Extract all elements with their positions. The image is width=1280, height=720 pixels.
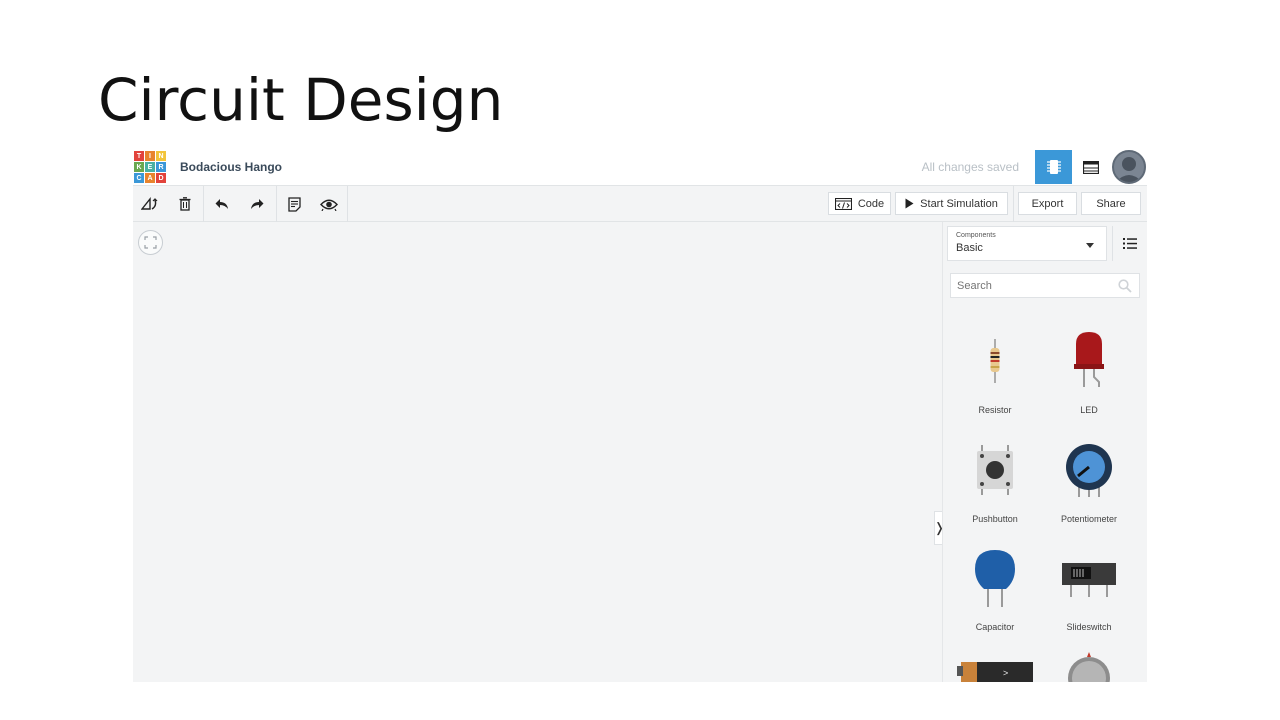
redo-button[interactable] — [243, 191, 271, 217]
undo-button[interactable] — [208, 191, 236, 217]
view-icon — [320, 199, 338, 211]
notes-button[interactable] — [280, 191, 308, 217]
fit-view-button[interactable] — [138, 230, 163, 255]
top-bar: T I N K E R C A D Bodacious Hango All ch… — [133, 148, 1147, 186]
component-buzzer[interactable] — [1042, 648, 1136, 682]
component-label: Pushbutton — [972, 514, 1018, 524]
redo-icon — [251, 199, 264, 209]
rotate-button[interactable] — [136, 191, 164, 217]
led-icon — [1074, 332, 1104, 387]
components-list-button[interactable] — [1072, 150, 1109, 184]
circuit-view-button[interactable] — [1035, 150, 1072, 184]
circuit-view-icon — [1046, 160, 1061, 174]
component-label: Slideswitch — [1066, 622, 1112, 632]
project-name[interactable]: Bodacious Hango — [180, 160, 282, 174]
export-button[interactable]: Export — [1018, 192, 1077, 215]
component-battery[interactable]: > — [948, 648, 1042, 682]
components-dropdown[interactable]: Components Basic — [947, 226, 1107, 261]
component-label: Potentiometer — [1060, 514, 1118, 524]
notes-icon — [287, 196, 301, 212]
components-panel: Components Basic Search Resistor LED Pus… — [942, 222, 1147, 682]
caret-down-icon — [1086, 243, 1094, 248]
tinkercad-logo[interactable]: T I N K E R C A D — [134, 151, 166, 183]
resistor-icon — [990, 339, 1000, 383]
search-input[interactable] — [951, 274, 1111, 297]
play-icon — [905, 198, 914, 209]
user-avatar[interactable] — [1112, 150, 1146, 184]
component-label: Capacitor — [975, 622, 1015, 632]
toolbar: Code Start Simulation Export Share — [133, 186, 1147, 222]
rotate-icon — [141, 197, 158, 210]
slide-title: Circuit Design — [98, 66, 504, 134]
search-icon — [1118, 279, 1132, 293]
component-resistor[interactable]: Resistor — [948, 323, 1042, 423]
code-button[interactable]: Code — [828, 192, 891, 215]
logo-letter: I — [145, 151, 155, 161]
logo-letter: C — [134, 173, 144, 183]
share-button[interactable]: Share — [1081, 192, 1141, 215]
code-icon — [834, 197, 852, 210]
components-caption: Components — [956, 232, 996, 239]
component-capacitor[interactable]: Capacitor — [948, 540, 1042, 640]
delete-button[interactable] — [171, 191, 199, 217]
logo-letter: R — [156, 162, 166, 172]
components-value: Basic — [956, 242, 983, 254]
list-view-button[interactable] — [1112, 226, 1146, 261]
list-view-icon — [1122, 238, 1137, 249]
view-button[interactable] — [315, 191, 343, 217]
start-simulation-button[interactable]: Start Simulation — [895, 192, 1008, 215]
capacitor-icon — [975, 550, 1015, 607]
code-label: Code — [857, 197, 885, 210]
logo-letter: D — [156, 173, 166, 183]
component-label: Resistor — [978, 405, 1012, 415]
search-field[interactable] — [950, 273, 1140, 298]
components-list-icon — [1082, 160, 1099, 174]
component-label: LED — [1080, 405, 1098, 415]
component-pushbutton[interactable]: Pushbutton — [948, 432, 1042, 532]
logo-letter: T — [134, 151, 144, 161]
component-potentiometer[interactable]: Potentiometer — [1042, 432, 1136, 532]
save-status: All changes saved — [921, 160, 1019, 174]
undo-icon — [215, 199, 228, 209]
buzzer-icon — [1068, 652, 1110, 682]
logo-letter: A — [145, 173, 155, 183]
potentiometer-icon — [1066, 444, 1112, 497]
pushbutton-icon — [977, 445, 1013, 495]
logo-letter: K — [134, 162, 144, 172]
logo-letter: E — [145, 162, 155, 172]
logo-letter: N — [156, 151, 166, 161]
component-led[interactable]: LED — [1042, 323, 1136, 423]
tinkercad-window: T I N K E R C A D Bodacious Hango All ch… — [133, 148, 1147, 682]
slideswitch-icon — [1062, 563, 1116, 597]
delete-icon — [179, 197, 191, 211]
fit-view-icon — [144, 236, 157, 249]
battery-icon: > — [957, 662, 1033, 682]
component-slideswitch[interactable]: Slideswitch — [1042, 540, 1136, 640]
start-simulation-label: Start Simulation — [920, 197, 998, 210]
workplane-canvas[interactable]: ❭ — [133, 222, 945, 682]
svg-text:>: > — [1003, 668, 1008, 678]
